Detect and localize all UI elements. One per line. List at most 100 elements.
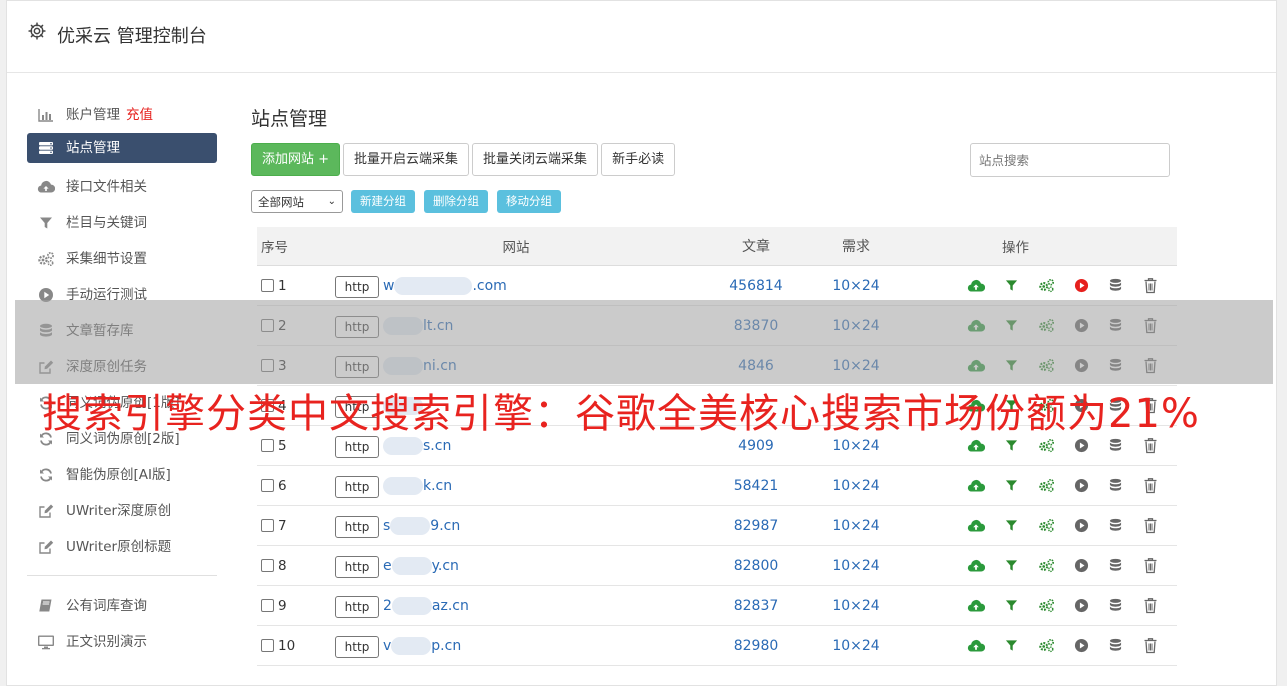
row-checkbox[interactable] [261,439,274,452]
cogs-icon[interactable] [1038,637,1055,655]
play-icon[interactable] [1073,557,1090,575]
filter-icon[interactable] [1003,557,1020,575]
site-url[interactable]: .com [472,278,506,294]
filter-icon[interactable] [1003,597,1020,615]
cloud-upload-icon[interactable] [967,557,985,575]
demand-value[interactable]: 10×24 [815,278,897,294]
cloud-upload-icon[interactable] [967,277,985,295]
sidebar-item-label: 公有词库查询 [66,598,147,614]
delete-group-button[interactable]: 删除分组 [424,190,488,213]
cloud-upload-icon[interactable] [967,597,985,615]
database-icon[interactable] [1108,517,1125,535]
sidebar-item[interactable]: 公有词库查询 [27,588,217,624]
article-count[interactable]: 82800 [697,558,815,574]
row-checkbox[interactable] [261,479,274,492]
sidebar-item[interactable]: 正文识别演示 [27,624,217,660]
row-checkbox[interactable] [261,599,274,612]
http-button[interactable]: http [335,275,379,298]
article-count[interactable]: 82980 [697,638,815,654]
article-count[interactable]: 58421 [697,478,815,494]
site-url[interactable]: p.cn [431,638,461,654]
sidebar-item[interactable]: 智能伪原创[AI版] [27,457,217,493]
play-icon[interactable] [1073,437,1090,455]
site-url[interactable]: az.cn [432,598,469,614]
cloud-upload-icon[interactable] [967,477,985,495]
redacted-domain [383,436,423,455]
batch-close-cloud-button[interactable]: 批量关闭云端采集 [472,143,599,176]
http-button[interactable]: http [335,595,379,618]
filter-icon[interactable] [1003,437,1020,455]
cloud-upload-icon[interactable] [967,517,985,535]
database-icon[interactable] [1108,437,1125,455]
http-button[interactable]: http [335,555,379,578]
play-icon[interactable] [1073,637,1090,655]
article-count[interactable]: 82837 [697,598,815,614]
cogs-icon[interactable] [1038,477,1055,495]
move-group-button[interactable]: 移动分组 [497,190,561,213]
trash-icon[interactable] [1142,277,1159,295]
demand-value[interactable]: 10×24 [815,558,897,574]
cogs-icon[interactable] [1038,277,1055,295]
sidebar-item[interactable]: 接口文件相关 [27,169,217,205]
database-icon[interactable] [1108,277,1125,295]
site-url[interactable]: k.cn [423,478,452,494]
play-icon[interactable] [1073,517,1090,535]
trash-icon[interactable] [1142,557,1159,575]
sidebar-item[interactable]: UWriter原创标题 [27,529,217,565]
row-checkbox[interactable] [261,639,274,652]
filter-icon[interactable] [1003,277,1020,295]
play-icon[interactable] [1073,597,1090,615]
recharge-link[interactable]: 充值 [126,100,153,130]
play-icon[interactable] [1073,477,1090,495]
database-icon[interactable] [1108,557,1125,575]
filter-icon[interactable] [1003,637,1020,655]
demand-value[interactable]: 10×24 [815,438,897,454]
new-group-button[interactable]: 新建分组 [351,190,415,213]
cloud-upload-icon[interactable] [967,437,985,455]
sidebar-item[interactable]: 站点管理 [27,133,217,163]
demand-value[interactable]: 10×24 [815,478,897,494]
add-site-button[interactable]: 添加网站 + [251,143,341,176]
http-button[interactable]: http [335,515,379,538]
site-url[interactable]: s.cn [423,438,451,454]
site-search-input[interactable] [970,143,1170,177]
demand-value[interactable]: 10×24 [815,598,897,614]
article-count[interactable]: 456814 [697,278,815,294]
cloud-upload-icon[interactable] [967,637,985,655]
batch-open-cloud-button[interactable]: 批量开启云端采集 [343,143,470,176]
cogs-icon[interactable] [1038,597,1055,615]
database-icon[interactable] [1108,597,1125,615]
play-icon[interactable] [1073,277,1090,295]
row-checkbox[interactable] [261,279,274,292]
demand-value[interactable]: 10×24 [815,638,897,654]
trash-icon[interactable] [1142,437,1159,455]
database-icon[interactable] [1108,637,1125,655]
article-count[interactable]: 4909 [697,438,815,454]
trash-icon[interactable] [1142,477,1159,495]
trash-icon[interactable] [1142,517,1159,535]
sidebar-item[interactable]: 栏目与关键词 [27,205,217,241]
http-button[interactable]: http [335,635,379,658]
row-checkbox[interactable] [261,519,274,532]
sidebar-item[interactable]: 采集细节设置 [27,241,217,277]
sidebar-item[interactable]: UWriter深度原创 [27,493,217,529]
article-count[interactable]: 82987 [697,518,815,534]
cogs-icon[interactable] [1038,557,1055,575]
cogs-icon[interactable] [1038,437,1055,455]
filter-icon[interactable] [1003,517,1020,535]
cogs-icon[interactable] [1038,517,1055,535]
trash-icon[interactable] [1142,637,1159,655]
row-checkbox[interactable] [261,559,274,572]
trash-icon[interactable] [1142,597,1159,615]
filter-icon[interactable] [1003,477,1020,495]
group-bar: 全部网站 ⌄ 新建分组 删除分组 移动分组 [251,190,570,213]
guide-button[interactable]: 新手必读 [601,143,676,176]
database-icon[interactable] [1108,477,1125,495]
http-button[interactable]: http [335,475,379,498]
header-ops: 操作 [1002,240,1029,256]
site-url[interactable]: y.cn [432,558,459,574]
sidebar-item[interactable]: 账户管理 充值 [27,97,217,133]
site-url[interactable]: 9.cn [430,518,460,534]
group-select[interactable]: 全部网站 ⌄ [251,190,343,213]
demand-value[interactable]: 10×24 [815,518,897,534]
